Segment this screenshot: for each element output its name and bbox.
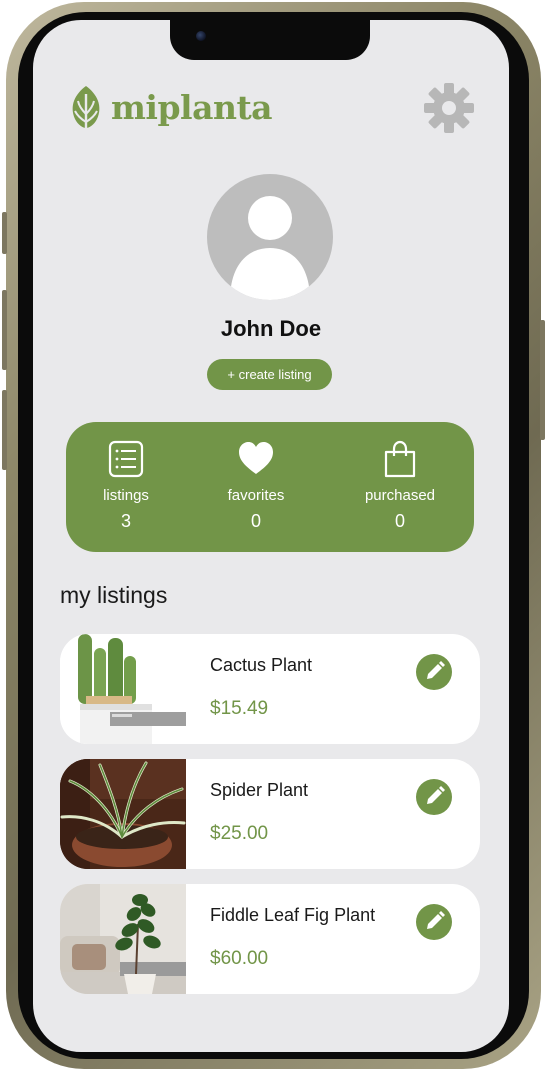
- notch: [170, 20, 370, 60]
- gear-icon[interactable]: [423, 82, 475, 134]
- listing-card[interactable]: Fiddle Leaf Fig Plant $60.00: [60, 884, 480, 994]
- side-button: [2, 212, 7, 254]
- listing-name: Fiddle Leaf Fig Plant: [210, 905, 376, 925]
- stat-listings[interactable]: listings 3: [66, 440, 186, 532]
- brand-name: miplanta: [111, 87, 273, 127]
- listing-card[interactable]: Cactus Plant $15.49: [60, 634, 480, 744]
- side-button: [540, 320, 545, 440]
- listing-card[interactable]: Spider Plant $25.00: [60, 759, 480, 869]
- stat-label: favorites: [227, 487, 285, 504]
- leaf-logo-icon: [72, 86, 100, 128]
- stat-purchased[interactable]: purchased 0: [340, 440, 460, 532]
- edit-button[interactable]: [416, 904, 452, 940]
- side-button: [2, 390, 7, 470]
- stat-label: purchased: [364, 487, 436, 504]
- edit-button[interactable]: [416, 779, 452, 815]
- create-listing-button[interactable]: + create listing: [207, 359, 332, 390]
- listing-price: $25.00: [210, 823, 269, 844]
- stats-panel: listings 3 favorites 0 purchased 0: [66, 422, 474, 552]
- listing-name: Spider Plant: [210, 780, 309, 800]
- user-name: John Doe: [220, 316, 322, 341]
- side-button: [2, 290, 7, 370]
- stat-favorites[interactable]: favorites 0: [196, 440, 316, 532]
- list-icon: [108, 440, 144, 478]
- stat-count: 0: [394, 511, 405, 531]
- shopping-bag-icon: [384, 440, 416, 478]
- edit-button[interactable]: [416, 654, 452, 690]
- stat-label: listings: [103, 487, 149, 504]
- section-title: my listings: [60, 582, 168, 608]
- app-logo[interactable]: miplanta: [67, 84, 273, 130]
- stat-count: 3: [120, 511, 131, 531]
- listing-name: Cactus Plant: [210, 655, 313, 675]
- listing-price: $60.00: [210, 948, 269, 969]
- fiddle-leaf-fig-image: [60, 884, 186, 994]
- stat-count: 0: [250, 511, 261, 531]
- pencil-icon: [427, 911, 445, 929]
- avatar[interactable]: [207, 174, 333, 300]
- listing-price: $15.49: [210, 698, 269, 719]
- pencil-icon: [427, 786, 445, 804]
- heart-icon: [239, 442, 273, 474]
- user-silhouette-icon: [230, 196, 310, 300]
- pencil-icon: [427, 661, 445, 679]
- spider-plant-image: [60, 759, 186, 869]
- camera-icon: [196, 31, 206, 41]
- cactus-plant-image: [60, 634, 186, 744]
- app-screen: miplanta John Doe + create listing listi…: [33, 20, 509, 1052]
